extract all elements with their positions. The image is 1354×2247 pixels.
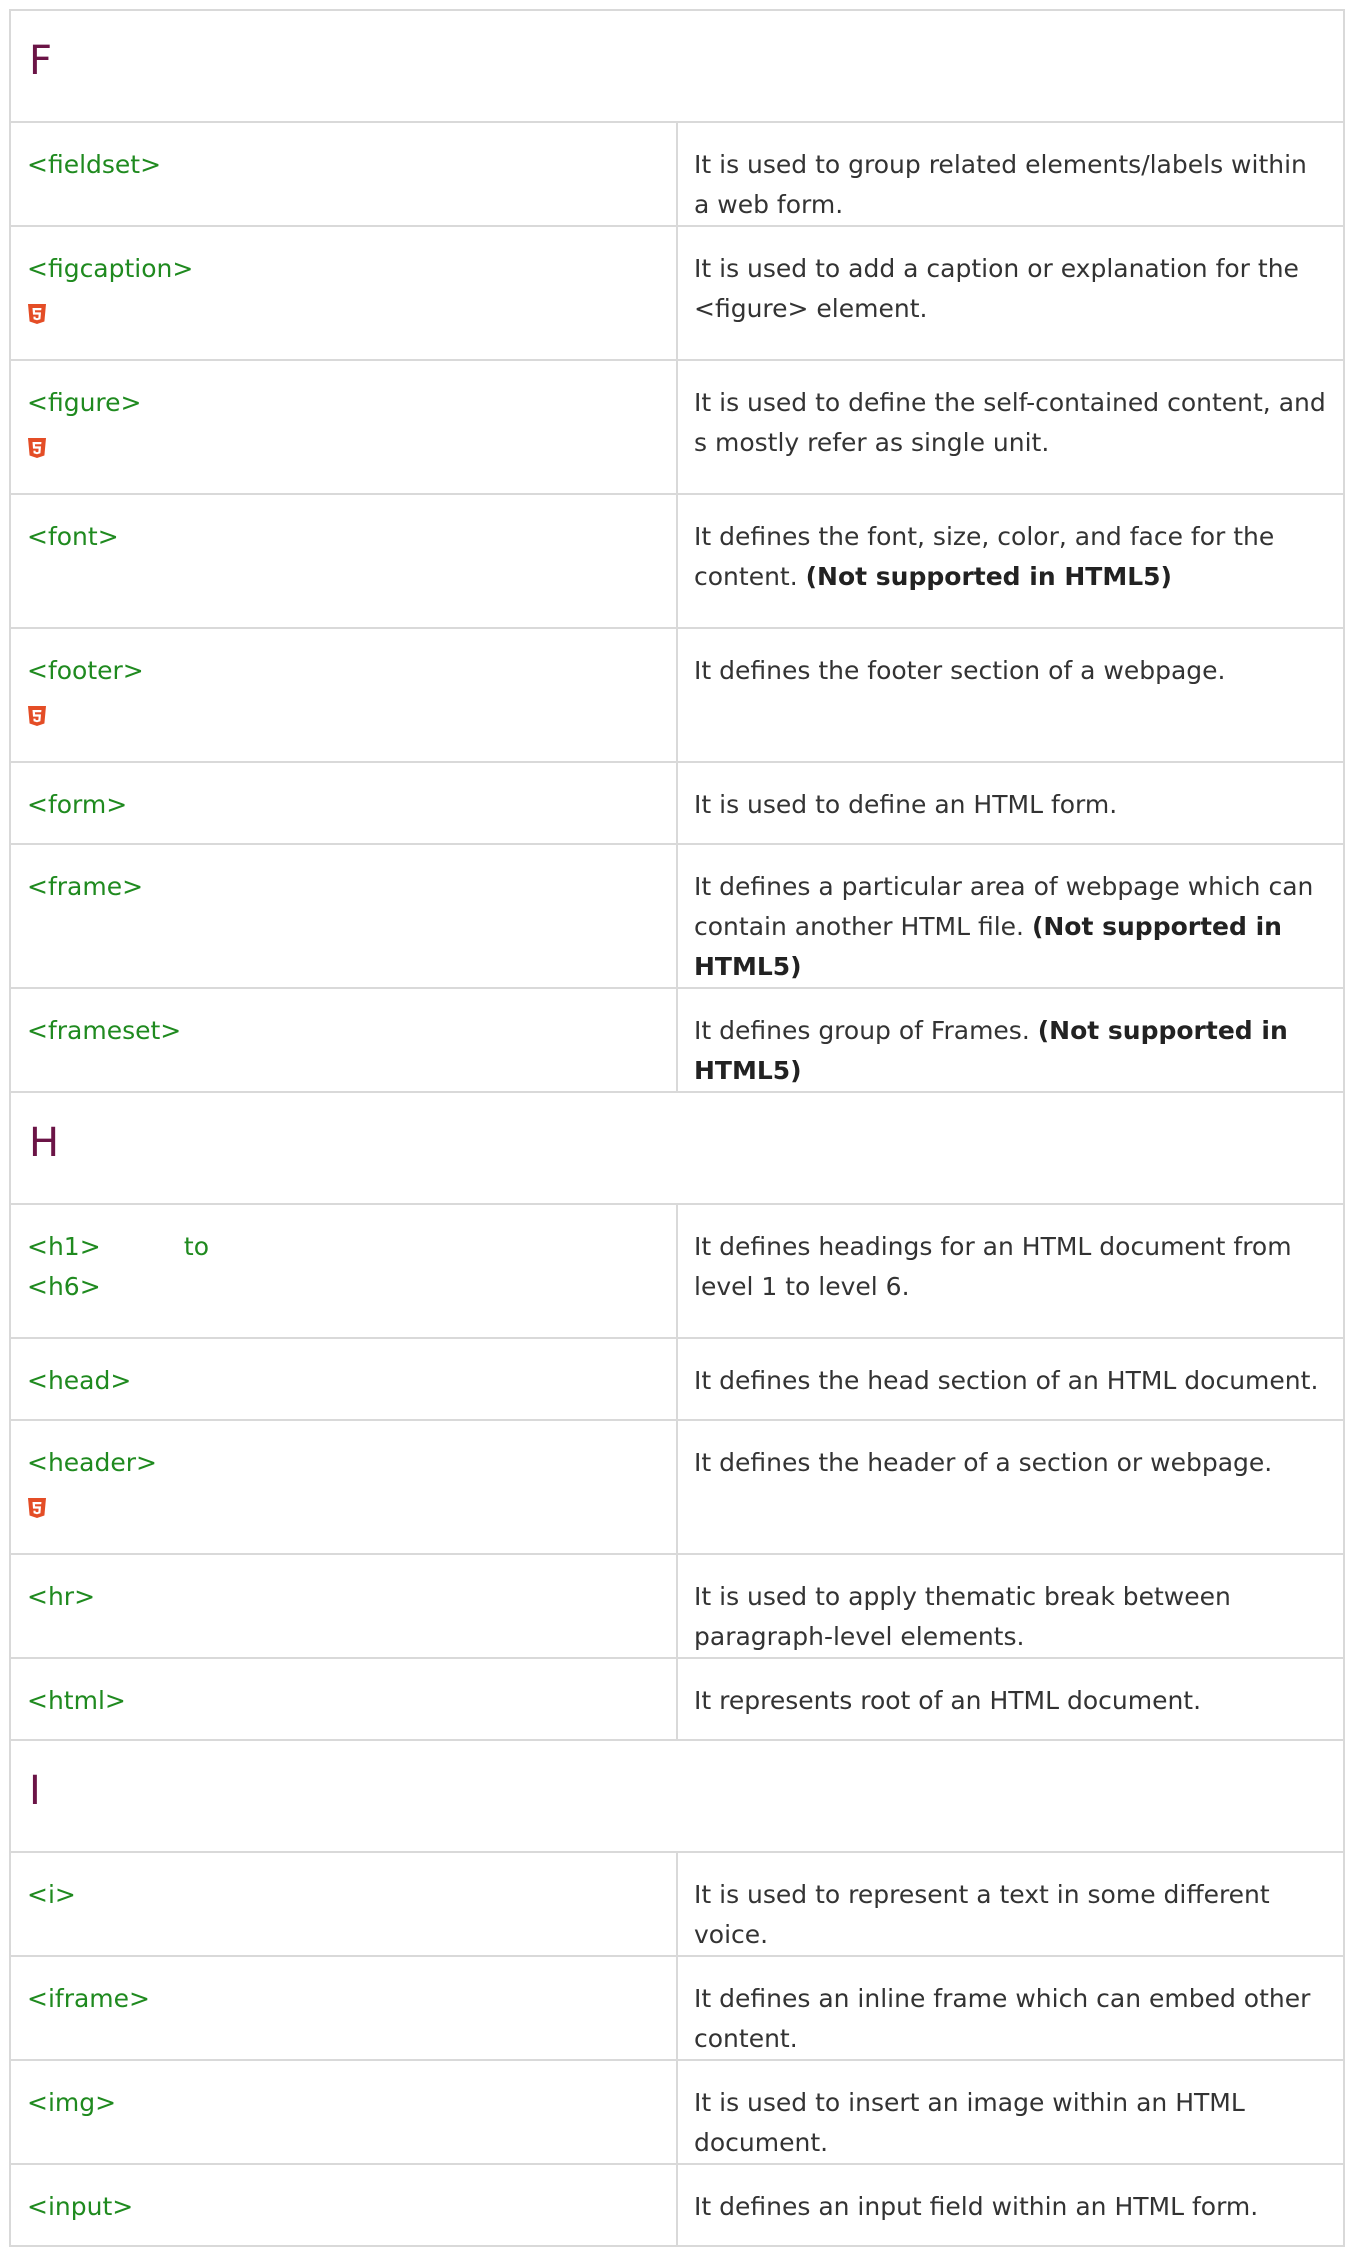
html5-shield-icon [28, 706, 46, 726]
tag-name[interactable]: <i> [9, 1851, 678, 1957]
table-row: <iframe> It defines an inline frame whic… [9, 1955, 1345, 2061]
tag-description: It is used to represent a text in some d… [676, 1851, 1345, 1957]
tag-description: It is used to apply thematic break betwe… [676, 1553, 1345, 1659]
tag-name[interactable]: <figure> [27, 388, 141, 417]
tag-description: It defines group of Frames. [694, 1016, 1030, 1045]
section-letter: H [9, 1091, 1345, 1205]
tag-name[interactable]: <header> [27, 1448, 157, 1477]
tag-description: It is used to define the self-contained … [676, 359, 1345, 495]
tag-description: It is used to insert an image within an … [676, 2059, 1345, 2165]
table-row: <img> It is used to insert an image with… [9, 2059, 1345, 2165]
tag-range: <h1> to [27, 1227, 209, 1267]
tag-description-cell: It defines the font, size, color, and fa… [676, 493, 1345, 629]
table-row: <html> It represents root of an HTML doc… [9, 1657, 1345, 1741]
html-tags-table-container: F <fieldset> It is used to group related… [9, 9, 1345, 2247]
tag-name[interactable]: <figcaption> [27, 254, 193, 283]
section-header-h: H [9, 1091, 1345, 1205]
tag-name[interactable]: <frame> [9, 843, 678, 989]
not-supported-note: (Not supported in HTML5) [805, 562, 1172, 591]
tag-description: It represents root of an HTML document. [676, 1657, 1345, 1741]
tag-cell: <header> [9, 1419, 678, 1555]
tag-cell: <figcaption> [9, 225, 678, 361]
tag-name[interactable]: <form> [9, 761, 678, 845]
table-row: <hr> It is used to apply thematic break … [9, 1553, 1345, 1659]
tag-description: It defines an input field within an HTML… [676, 2163, 1345, 2247]
tag-description-cell: It defines group of Frames. (Not support… [676, 987, 1345, 1093]
table-row: <frame> It defines a particular area of … [9, 843, 1345, 989]
tag-description: It is used to add a caption or explanati… [676, 225, 1345, 361]
tag-name[interactable]: <input> [9, 2163, 678, 2247]
tag-range-to: to [183, 1232, 209, 1261]
html5-shield-icon [28, 304, 46, 324]
tag-name[interactable]: <footer> [27, 656, 144, 685]
tag-name[interactable]: <frameset> [9, 987, 678, 1093]
table-row: <form> It is used to define an HTML form… [9, 761, 1345, 845]
section-letter: I [9, 1739, 1345, 1853]
tag-name[interactable]: <hr> [9, 1553, 678, 1659]
table-row: <fieldset> It is used to group related e… [9, 121, 1345, 227]
table-row: <i> It is used to represent a text in so… [9, 1851, 1345, 1957]
section-letter: F [9, 9, 1345, 123]
tag-name[interactable]: <html> [9, 1657, 678, 1741]
table-row: <figcaption> It is used to add a caption… [9, 225, 1345, 361]
tag-description: It defines an inline frame which can emb… [676, 1955, 1345, 2061]
table-row: <header> It defines the header of a sect… [9, 1419, 1345, 1555]
tag-name[interactable]: <font> [9, 493, 678, 629]
section-header-f: F [9, 9, 1345, 123]
html-tags-table: F <fieldset> It is used to group related… [9, 9, 1345, 2247]
tag-description: It is used to group related elements/lab… [676, 121, 1345, 227]
tag-description: It defines the head section of an HTML d… [676, 1337, 1345, 1421]
table-row: <h1> to <h6> It defines headings for an … [9, 1203, 1345, 1339]
table-row: <font> It defines the font, size, color,… [9, 493, 1345, 629]
table-row: <head> It defines the head section of an… [9, 1337, 1345, 1421]
table-row: <frameset> It defines group of Frames. (… [9, 987, 1345, 1093]
section-header-i: I [9, 1739, 1345, 1853]
tag-cell: <footer> [9, 627, 678, 763]
tag-name[interactable]: <iframe> [9, 1955, 678, 2061]
html5-shield-icon [28, 438, 46, 458]
html5-shield-icon [28, 1498, 46, 1518]
tag-description: It defines the footer section of a webpa… [676, 627, 1345, 763]
tag-description: It defines the header of a section or we… [676, 1419, 1345, 1555]
tag-name[interactable]: <fieldset> [9, 121, 678, 227]
table-row: <figure> It is used to define the self-c… [9, 359, 1345, 495]
tag-description-cell: It defines a particular area of webpage … [676, 843, 1345, 989]
tag-cell: <h1> to <h6> [9, 1203, 678, 1339]
tag-description: It defines headings for an HTML document… [676, 1203, 1345, 1339]
tag-cell: <figure> [9, 359, 678, 495]
table-row: <input> It defines an input field within… [9, 2163, 1345, 2247]
tag-name[interactable]: <head> [9, 1337, 678, 1421]
tag-name[interactable]: <h6> [27, 1272, 101, 1301]
tag-description: It is used to define an HTML form. [676, 761, 1345, 845]
tag-name[interactable]: <h1> [27, 1227, 101, 1267]
table-row: <footer> It defines the footer section o… [9, 627, 1345, 763]
tag-name[interactable]: <img> [9, 2059, 678, 2165]
